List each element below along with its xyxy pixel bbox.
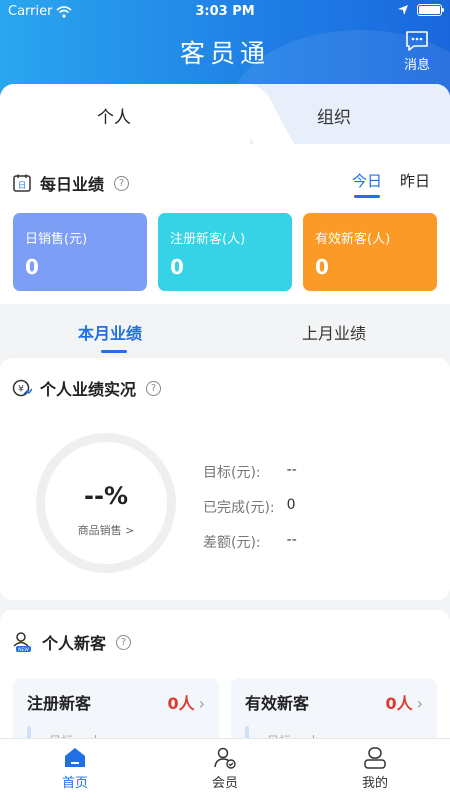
performance-title: 个人业绩实况 — [40, 380, 137, 399]
kv-value: -- — [286, 462, 297, 478]
month-tabs: 本月业绩 上月业绩 — [0, 306, 450, 356]
performance-card: ¥ 个人业绩实况 ? --% 商品销售 > 目标(元): -- 已完成(元): … — [0, 358, 450, 600]
stat-daily-sales[interactable]: 日销售(元) 0 — [13, 213, 147, 291]
tab-this-month[interactable]: 本月业绩 — [78, 320, 142, 353]
help-icon[interactable]: ? — [116, 634, 132, 650]
home-icon — [65, 748, 85, 767]
kv-value: 0 — [286, 497, 296, 513]
count-value: 0人 — [385, 694, 413, 713]
new-user-icon: NEW — [13, 632, 31, 653]
tab-organization[interactable]: 组织 — [317, 103, 351, 128]
card-count: 0人 › — [167, 690, 205, 714]
difference-row: 差额(元): -- — [203, 532, 297, 552]
tab-home-label: 首页 — [61, 776, 88, 791]
status-bar: Carrier 3:03 PM — [0, 0, 450, 24]
tab-members[interactable]: 会员 — [185, 747, 265, 791]
yuan-trend-icon: ¥ — [12, 379, 32, 397]
daily-stats: 日销售(元) 0 注册新客(人) 0 有效新客(人) 0 — [13, 213, 437, 291]
member-icon — [214, 747, 236, 769]
tab-home[interactable]: 首页 — [35, 747, 115, 791]
new-customers-title: 个人新客 — [42, 634, 107, 653]
help-icon[interactable]: ? — [114, 175, 130, 191]
ring-value: --% — [84, 482, 128, 510]
help-icon[interactable]: ? — [146, 380, 162, 396]
message-button[interactable]: 消息 — [404, 30, 430, 73]
battery-icon — [417, 4, 444, 16]
kv-label: 已完成(元): — [203, 500, 275, 516]
day-switch: 今日 昨日 — [352, 170, 430, 198]
calendar-icon: 日 — [13, 174, 31, 192]
day-yesterday[interactable]: 昨日 — [400, 170, 430, 191]
message-label: 消息 — [403, 58, 430, 73]
tab-mine-label: 我的 — [361, 776, 388, 791]
tab-members-label: 会员 — [211, 776, 238, 791]
progress-ring: --% 商品销售 > — [36, 433, 176, 573]
kv-label: 目标(元): — [203, 465, 261, 481]
kv-value: -- — [286, 532, 297, 548]
daily-section-header: 日 每日业绩 ? 今日 昨日 — [12, 168, 436, 198]
day-today[interactable]: 今日 — [352, 170, 382, 198]
new-customers-card: NEW 个人新客 ? 注册新客 0人› 目标: --人 有效新客 0人› 目标:… — [0, 610, 450, 750]
chevron-right-icon: › — [416, 694, 423, 713]
svg-text:日: 日 — [18, 181, 26, 190]
tab-last-month[interactable]: 上月业绩 — [302, 320, 366, 344]
profile-icon — [364, 747, 386, 769]
stat-value: 0 — [25, 255, 39, 279]
status-time: 3:03 PM — [195, 4, 255, 19]
bottom-tab-bar: 首页 会员 我的 — [0, 738, 450, 800]
main-card: 个人 组织 日 每日业绩 ? 今日 昨日 日销售(元) 0 注册新客(人) 0 … — [0, 84, 450, 304]
kv-label: 差额(元): — [203, 535, 261, 551]
stat-label: 有效新客(人) — [315, 232, 391, 247]
status-right — [397, 4, 444, 16]
app-title: 客员通 — [179, 39, 270, 68]
card-count: 0人 › — [385, 690, 423, 714]
stat-registered-customers[interactable]: 注册新客(人) 0 — [158, 213, 292, 291]
scope-tabs: 个人 组织 — [0, 84, 450, 144]
stat-label: 注册新客(人) — [170, 232, 246, 247]
chevron-right-icon: › — [198, 694, 205, 713]
target-row: 目标(元): -- — [203, 462, 297, 482]
tab-mine[interactable]: 我的 — [335, 747, 415, 791]
tab-personal-label[interactable]: 个人 — [97, 103, 131, 128]
svg-text:¥: ¥ — [18, 385, 24, 395]
completed-row: 已完成(元): 0 — [203, 497, 296, 517]
stat-value: 0 — [170, 255, 184, 279]
chat-bubble-icon — [406, 31, 428, 51]
performance-header: ¥ 个人业绩实况 ? — [12, 376, 162, 400]
stat-value: 0 — [315, 255, 329, 279]
stat-valid-customers[interactable]: 有效新客(人) 0 — [303, 213, 437, 291]
daily-title: 每日业绩 — [40, 175, 105, 194]
location-arrow-icon — [398, 5, 408, 15]
new-badge-text: NEW — [18, 647, 29, 653]
stat-label: 日销售(元) — [25, 232, 88, 247]
count-value: 0人 — [167, 694, 195, 713]
product-sales-link[interactable]: 商品销售 > — [45, 522, 167, 538]
new-customers-header: NEW 个人新客 ? — [12, 630, 132, 654]
